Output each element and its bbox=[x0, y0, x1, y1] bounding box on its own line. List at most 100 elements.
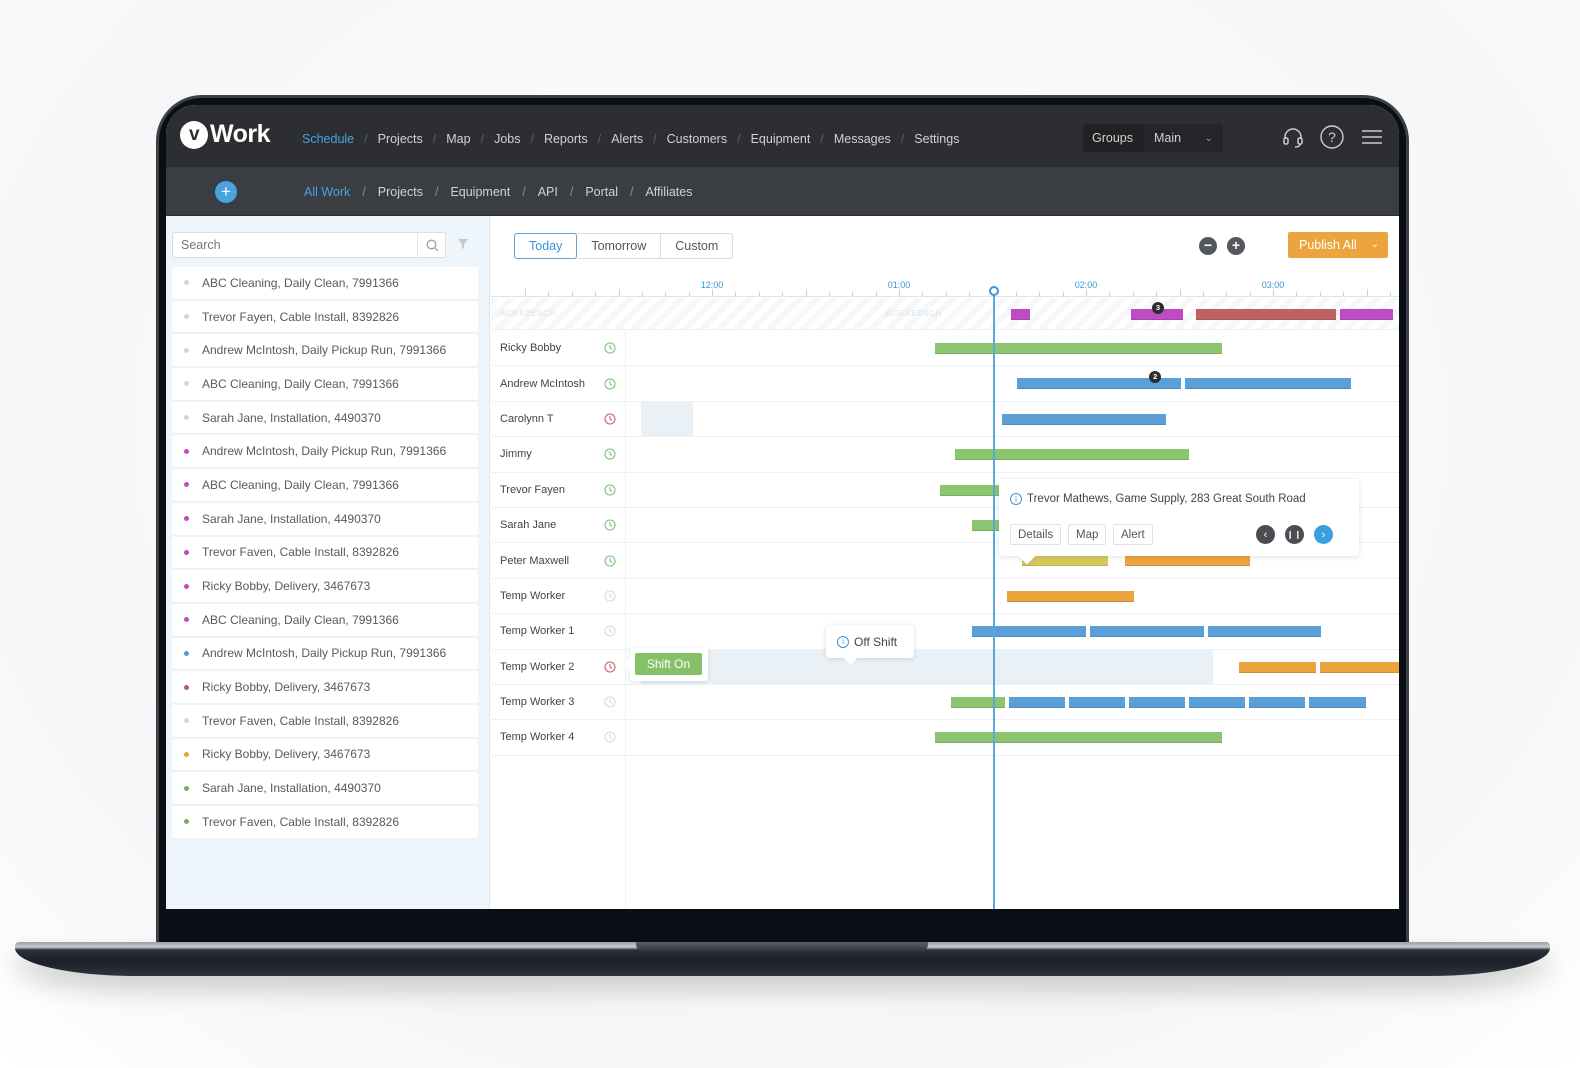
job-bar[interactable] bbox=[1009, 696, 1066, 708]
current-time-line[interactable] bbox=[993, 291, 996, 909]
job-list-item[interactable]: Sarah Jane, Installation, 4490370 bbox=[172, 502, 478, 535]
clock-icon[interactable] bbox=[604, 484, 616, 496]
clock-icon[interactable] bbox=[604, 661, 616, 673]
groups-selector[interactable]: Groups Main ⌄ bbox=[1083, 124, 1223, 152]
worker-name[interactable]: Jimmy bbox=[500, 437, 532, 471]
worker-name[interactable]: Temp Worker 3 bbox=[500, 685, 574, 719]
clock-icon[interactable] bbox=[604, 342, 616, 354]
nav-equipment[interactable]: Equipment bbox=[751, 132, 811, 146]
job-bar[interactable] bbox=[1069, 696, 1126, 708]
job-list-item[interactable]: Trevor Faven, Cable Install, 8392826 bbox=[172, 806, 478, 838]
job-bar[interactable] bbox=[1001, 413, 1167, 425]
worker-name[interactable]: Temp Worker 4 bbox=[500, 720, 574, 754]
subnav-api[interactable]: API bbox=[538, 185, 558, 199]
job-list-item[interactable]: Trevor Faven, Cable Install, 8392826 bbox=[172, 536, 478, 569]
details-button[interactable]: Details bbox=[1010, 524, 1062, 545]
clock-icon[interactable] bbox=[604, 554, 616, 567]
shift-on-button[interactable]: Shift On bbox=[635, 653, 702, 675]
nav-alerts[interactable]: Alerts bbox=[611, 132, 643, 146]
nav-customers[interactable]: Customers bbox=[667, 132, 727, 146]
job-bar[interactable] bbox=[1248, 696, 1305, 708]
job-bar[interactable] bbox=[934, 732, 1223, 744]
filter-icon[interactable] bbox=[456, 237, 470, 251]
clock-icon[interactable] bbox=[604, 378, 616, 390]
tab-today[interactable]: Today bbox=[514, 233, 578, 259]
pause-button[interactable]: ❙❙ bbox=[1285, 525, 1304, 544]
subnav-equipment[interactable]: Equipment bbox=[450, 185, 510, 199]
menu-icon[interactable] bbox=[1359, 124, 1385, 150]
worker-name[interactable]: Peter Maxwell bbox=[500, 543, 569, 577]
subnav-affiliates[interactable]: Affiliates bbox=[645, 185, 692, 199]
job-list-item[interactable]: Andrew McIntosh, Daily Pickup Run, 79913… bbox=[172, 435, 478, 468]
job-bar[interactable] bbox=[1207, 626, 1322, 638]
job-bar[interactable] bbox=[1308, 696, 1367, 708]
job-list-item[interactable]: ABC Cleaning, Daily Clean, 7991366 bbox=[172, 603, 478, 636]
job-bar[interactable] bbox=[934, 343, 1223, 354]
headset-icon[interactable] bbox=[1280, 124, 1306, 150]
job-list-item[interactable]: Sarah Jane, Installation, 4490370 bbox=[172, 401, 478, 434]
job-list-item[interactable]: Trevor Fayen, Cable Install, 8392826 bbox=[172, 300, 478, 333]
clock-icon[interactable] bbox=[604, 448, 616, 460]
job-bar[interactable] bbox=[1129, 696, 1185, 708]
worker-name[interactable]: Temp Worker 1 bbox=[500, 614, 574, 648]
tab-tomorrow[interactable]: Tomorrow bbox=[577, 234, 662, 258]
nav-map[interactable]: Map bbox=[446, 132, 470, 146]
job-bar[interactable] bbox=[1239, 661, 1316, 673]
job-bar[interactable] bbox=[1007, 590, 1135, 602]
job-bar[interactable] bbox=[955, 449, 1189, 461]
clock-icon[interactable] bbox=[604, 696, 616, 708]
next-button[interactable]: › bbox=[1314, 525, 1333, 544]
job-list-item[interactable]: ABC Cleaning, Daily Clean, 7991366 bbox=[172, 368, 478, 400]
job-bar[interactable] bbox=[1022, 555, 1109, 567]
job-bar[interactable] bbox=[1188, 696, 1245, 708]
app-logo[interactable]: v Work bbox=[180, 120, 271, 149]
job-list-item[interactable]: Andrew McIntosh, Daily Pickup Run, 79913… bbox=[172, 637, 478, 670]
nav-jobs[interactable]: Jobs bbox=[494, 132, 520, 146]
publish-all-button[interactable]: Publish All ⌄ bbox=[1288, 232, 1388, 258]
job-bar[interactable] bbox=[1125, 555, 1251, 567]
nav-schedule[interactable]: Schedule bbox=[302, 132, 354, 146]
job-list-item[interactable]: Andrew McIntosh, Daily Pickup Run, 79913… bbox=[172, 334, 478, 367]
clock-icon[interactable] bbox=[604, 625, 616, 637]
zoom-in-button[interactable]: + bbox=[1227, 237, 1245, 255]
job-list-item[interactable]: Ricky Bobby, Delivery, 3467673 bbox=[172, 738, 478, 771]
nav-messages[interactable]: Messages bbox=[834, 132, 891, 146]
nav-reports[interactable]: Reports bbox=[544, 132, 588, 146]
worker-name[interactable]: Temp Worker 2 bbox=[500, 650, 574, 684]
clock-icon[interactable] bbox=[604, 413, 616, 425]
job-bar[interactable] bbox=[1340, 309, 1393, 320]
search-button[interactable] bbox=[417, 233, 446, 257]
job-bar[interactable] bbox=[1011, 309, 1030, 320]
worker-name[interactable]: Temp Worker bbox=[500, 579, 565, 613]
job-list-item[interactable]: Ricky Bobby, Delivery, 3467673 bbox=[172, 671, 478, 703]
clock-icon[interactable] bbox=[604, 731, 616, 744]
alert-button[interactable]: Alert bbox=[1113, 524, 1153, 545]
nav-settings[interactable]: Settings bbox=[914, 132, 959, 146]
add-button[interactable]: + bbox=[215, 181, 237, 203]
map-button[interactable]: Map bbox=[1068, 524, 1107, 545]
job-list-item[interactable]: Trevor Faven, Cable Install, 8392826 bbox=[172, 704, 478, 737]
worker-name[interactable]: Carolynn T bbox=[500, 402, 554, 436]
job-bar[interactable] bbox=[1089, 626, 1204, 638]
job-bar[interactable] bbox=[971, 626, 1086, 638]
help-icon[interactable]: ? bbox=[1319, 124, 1345, 150]
job-list-item[interactable]: ABC Cleaning, Daily Clean, 7991366 bbox=[172, 469, 478, 501]
nav-projects[interactable]: Projects bbox=[378, 132, 423, 146]
search-input[interactable] bbox=[172, 232, 446, 258]
job-bar[interactable] bbox=[1185, 378, 1352, 390]
job-bar[interactable] bbox=[1319, 661, 1399, 673]
job-list-item[interactable]: Sarah Jane, Installation, 4490370 bbox=[172, 772, 478, 804]
worker-name[interactable]: Sarah Jane bbox=[500, 508, 556, 542]
subnav-projects[interactable]: Projects bbox=[378, 185, 423, 199]
job-bar[interactable] bbox=[951, 696, 1006, 708]
clock-icon[interactable] bbox=[604, 519, 616, 531]
subnav-all-work[interactable]: All Work bbox=[304, 185, 350, 199]
worker-name[interactable]: Ricky Bobby bbox=[500, 331, 561, 365]
worker-name[interactable]: Trevor Fayen bbox=[500, 473, 565, 507]
job-list-item[interactable]: ABC Cleaning, Daily Clean, 7991366 bbox=[172, 267, 478, 299]
previous-button[interactable]: ‹ bbox=[1256, 525, 1275, 544]
tab-custom[interactable]: Custom bbox=[661, 234, 732, 258]
job-list-item[interactable]: Ricky Bobby, Delivery, 3467673 bbox=[172, 570, 478, 602]
zoom-out-button[interactable]: − bbox=[1199, 237, 1217, 255]
worker-name[interactable]: Andrew McIntosh bbox=[500, 366, 585, 400]
